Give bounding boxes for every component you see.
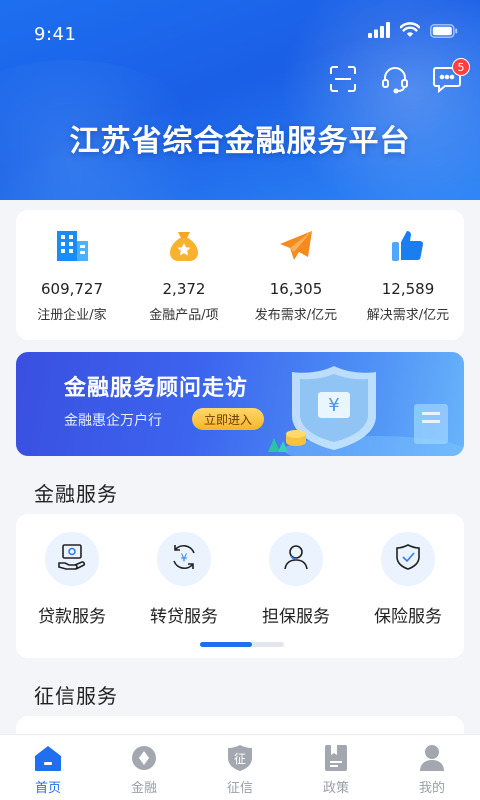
service-icon-wrap bbox=[45, 532, 99, 586]
status-icons bbox=[368, 22, 458, 42]
stat-label: 注册企业/家 bbox=[37, 308, 107, 323]
stats-card: 609,727 注册企业/家 2,372 金融产品/项 16,305 发布需求/… bbox=[16, 210, 464, 340]
insurance-icon bbox=[393, 542, 423, 576]
service-label: 保险服务 bbox=[374, 607, 442, 627]
service-icon-wrap: ¥ bbox=[157, 532, 211, 586]
stat-value: 609,727 bbox=[40, 280, 104, 298]
header-banner: 9:41 5 江苏省综合金融服务平台 bbox=[0, 0, 480, 200]
stat-financial-products[interactable]: 2,372 金融产品/项 bbox=[128, 210, 240, 340]
banner-subtitle: 金融惠企万户行 bbox=[64, 413, 162, 429]
section-title-credit-services: 征信服务 bbox=[34, 684, 118, 708]
enter-now-button[interactable]: 立即进入 bbox=[192, 408, 264, 430]
service-guarantee[interactable]: 担保服务 bbox=[240, 532, 352, 627]
tab-profile[interactable]: 我的 bbox=[384, 735, 480, 800]
message-button[interactable]: 5 bbox=[432, 58, 470, 96]
signal-icon bbox=[368, 22, 390, 42]
service-icon-wrap bbox=[269, 532, 323, 586]
tab-label: 金融 bbox=[130, 781, 157, 796]
policy-icon bbox=[321, 743, 351, 773]
scan-button[interactable] bbox=[328, 66, 358, 96]
refinance-icon: ¥ bbox=[169, 542, 199, 576]
status-time: 9:41 bbox=[34, 24, 77, 45]
building-icon bbox=[52, 226, 92, 266]
guarantee-icon bbox=[281, 542, 311, 576]
stat-value: 2,372 bbox=[162, 280, 206, 298]
promo-banner[interactable]: ¥ 金融服务顾问走访 金融惠企万户行 立即进入 bbox=[16, 352, 464, 456]
stat-label: 发布需求/亿元 bbox=[254, 308, 338, 323]
headset-icon bbox=[380, 64, 410, 98]
customer-service-button[interactable] bbox=[380, 66, 410, 96]
service-label: 转贷服务 bbox=[150, 607, 218, 627]
banner-title: 金融服务顾问走访 bbox=[64, 376, 249, 401]
services-pager[interactable] bbox=[200, 642, 284, 647]
finance-icon bbox=[129, 743, 159, 773]
svg-text:¥: ¥ bbox=[181, 552, 188, 565]
stat-registered-companies[interactable]: 609,727 注册企业/家 bbox=[16, 210, 128, 340]
service-icon-wrap bbox=[381, 532, 435, 586]
svg-text:¥: ¥ bbox=[328, 395, 339, 416]
services-list: 贷款服务 ¥ 转贷服务 担保服务 保险服务 bbox=[16, 532, 464, 627]
tab-label: 政策 bbox=[322, 781, 349, 796]
stat-published-demand[interactable]: 16,305 发布需求/亿元 bbox=[240, 210, 352, 340]
credit-icon: 征 bbox=[225, 743, 255, 773]
service-refinance[interactable]: ¥ 转贷服务 bbox=[128, 532, 240, 627]
tab-finance[interactable]: 金融 bbox=[96, 735, 192, 800]
shield-illustration: ¥ bbox=[268, 366, 464, 456]
stat-label: 解决需求/亿元 bbox=[366, 308, 450, 323]
money-bag-icon bbox=[164, 226, 204, 266]
tab-label: 首页 bbox=[34, 781, 61, 796]
svg-text:征: 征 bbox=[234, 752, 246, 766]
home-icon bbox=[33, 743, 63, 773]
tab-label: 我的 bbox=[418, 781, 445, 796]
services-pager-fill bbox=[200, 642, 253, 647]
profile-icon bbox=[417, 743, 447, 773]
status-bar: 9:41 bbox=[0, 0, 480, 72]
top-actions: 5 bbox=[328, 58, 470, 96]
service-insurance[interactable]: 保险服务 bbox=[352, 532, 464, 627]
financial-services-card: 贷款服务 ¥ 转贷服务 担保服务 保险服务 bbox=[16, 514, 464, 658]
paper-plane-icon bbox=[276, 226, 316, 266]
tab-home[interactable]: 首页 bbox=[0, 735, 96, 800]
stat-label: 金融产品/项 bbox=[149, 308, 219, 323]
battery-icon bbox=[430, 23, 458, 42]
tab-label: 征信 bbox=[226, 781, 253, 796]
service-label: 贷款服务 bbox=[38, 607, 106, 627]
scan-icon bbox=[329, 65, 357, 97]
page-title: 江苏省综合金融服务平台 bbox=[69, 124, 411, 159]
thumbs-up-icon bbox=[388, 226, 428, 266]
tab-policy[interactable]: 政策 bbox=[288, 735, 384, 800]
bottom-tab-bar: 首页 金融 征 征信 政策 我的 bbox=[0, 734, 480, 800]
tab-credit[interactable]: 征 征信 bbox=[192, 735, 288, 800]
wifi-icon bbox=[399, 22, 421, 42]
stat-solved-demand[interactable]: 12,589 解决需求/亿元 bbox=[352, 210, 464, 340]
notification-badge: 5 bbox=[452, 58, 470, 76]
stat-value: 16,305 bbox=[269, 280, 323, 298]
service-loan[interactable]: 贷款服务 bbox=[16, 532, 128, 627]
service-label: 担保服务 bbox=[262, 607, 330, 627]
loan-icon bbox=[57, 542, 87, 576]
stat-value: 12,589 bbox=[381, 280, 435, 298]
section-title-financial-services: 金融服务 bbox=[34, 482, 118, 506]
